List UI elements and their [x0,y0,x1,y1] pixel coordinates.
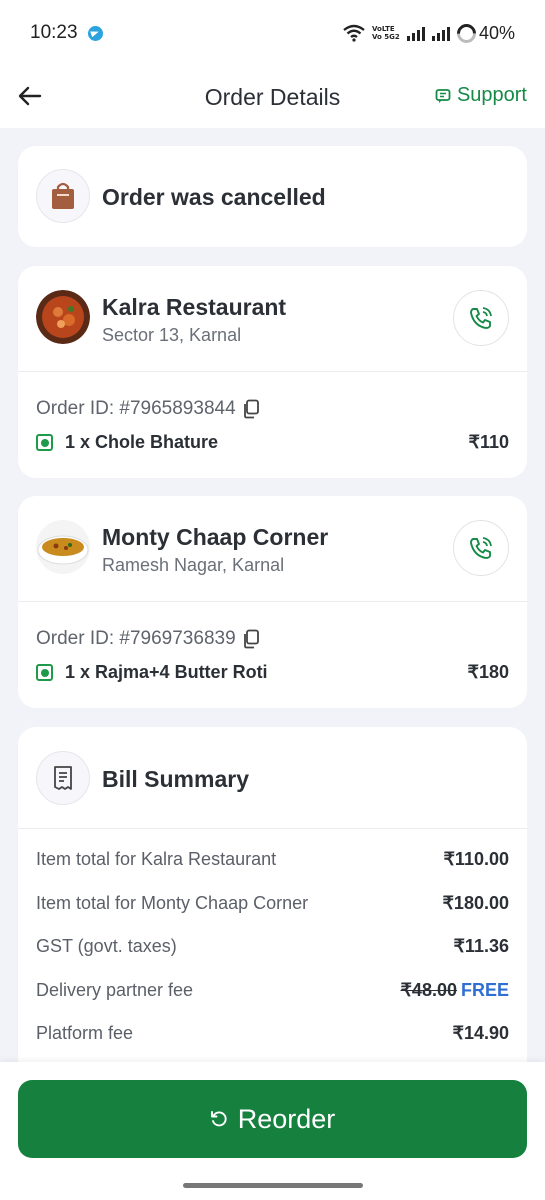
signal-icon-2 [431,26,450,41]
status-time: 10:23 [30,22,78,43]
order-id-text: Order ID: #7965893844 [36,398,236,419]
status-icons: VoLTE Vo 5G2 40% [343,19,515,47]
order-id-text: Order ID: #7969736839 [36,628,236,649]
veg-icon [36,434,53,451]
bill-summary-title: Bill Summary [102,766,249,792]
order-id: Order ID: #7965893844 [36,398,260,420]
wifi-icon [343,24,365,42]
bag-icon [36,169,90,223]
home-indicator[interactable] [183,1183,363,1188]
order-item: 1 x Rajma+4 Butter Roti [36,662,268,683]
telegram-icon [87,25,103,41]
page-title: Order Details [204,83,341,110]
restaurant-location: Sector 13, Karnal [102,325,242,345]
bill-row: Delivery partner fee ₹48.00 FREE [36,980,509,1001]
free-badge: FREE [460,980,509,1000]
volte-label: VoLTE Vo 5G2 [371,25,400,41]
bill-row: GST (govt. taxes) ₹11.36 [36,936,509,957]
divider [18,371,527,372]
bill-row-label: Delivery partner fee [36,980,194,1000]
original-fee: ₹48.00 [400,980,457,1000]
support-button[interactable]: Support [435,84,527,107]
bill-row: Item total for Monty Chaap Corner ₹180.0… [36,893,509,914]
restaurant-location: Ramesh Nagar, Karnal [102,555,285,575]
bill-row: Platform fee ₹14.90 [36,1023,509,1044]
phone-icon [470,537,492,559]
bill-row: Item total for Kalra Restaurant ₹110.00 [36,849,509,870]
support-label: Support [456,84,527,106]
divider [18,601,527,602]
bill-row-value: ₹14.90 [452,1023,510,1043]
bill-row-value: ₹110.00 [443,849,509,869]
restaurant-order-card: Monty Chaap Corner Ramesh Nagar, Karnal … [18,496,527,708]
status-bar: 10:23 VoLTE Vo 5G2 40% [0,0,545,66]
call-restaurant-button[interactable] [453,290,509,346]
signal-icon [406,26,425,41]
copy-icon[interactable] [242,629,260,649]
reorder-button[interactable]: Reorder [18,1080,527,1158]
order-item-price: ₹180 [467,662,509,682]
bill-row-label: GST (govt. taxes) [36,936,177,956]
order-item-price: ₹110 [468,432,510,452]
restaurant-order-card: Kalra Restaurant Sector 13, Karnal Order… [18,266,527,478]
call-restaurant-button[interactable] [453,520,509,576]
restaurant-image [36,290,90,344]
bill-row-label: Item total for Kalra Restaurant [36,849,277,869]
bill-row-label: Item total for Monty Chaap Corner [36,893,309,913]
receipt-icon [36,751,90,805]
phone-icon [470,307,492,329]
bill-summary-card: Bill Summary Item total for Kalra Restau… [18,727,527,1087]
order-status-card: Order was cancelled [18,146,527,247]
order-item-text: 1 x Rajma+4 Butter Roti [65,662,268,682]
battery-icon [453,19,480,47]
copy-icon[interactable] [242,399,260,419]
divider [18,828,527,829]
bill-row-value: ₹180.00 [442,893,509,913]
reorder-label: Reorder [237,1103,336,1134]
restaurant-name: Monty Chaap Corner [102,524,329,550]
order-item-text: 1 x Chole Bhature [65,432,219,452]
restaurant-image [36,520,90,574]
order-status-text: Order was cancelled [102,184,326,210]
order-id: Order ID: #7969736839 [36,628,260,650]
reorder-icon [210,1111,227,1127]
veg-icon [36,664,53,681]
battery-percent: 40% [478,22,515,43]
bill-row-value: ₹11.36 [453,936,509,956]
restaurant-name: Kalra Restaurant [102,294,287,320]
chat-icon [435,88,451,103]
bill-row-label: Platform fee [36,1023,134,1043]
back-arrow-icon[interactable] [16,82,44,110]
bill-row-value: ₹48.00 FREE [400,980,509,1001]
app-bar: Order Details Support [0,66,545,128]
order-item: 1 x Chole Bhature [36,432,218,453]
bottom-bar: Reorder [0,1062,545,1200]
